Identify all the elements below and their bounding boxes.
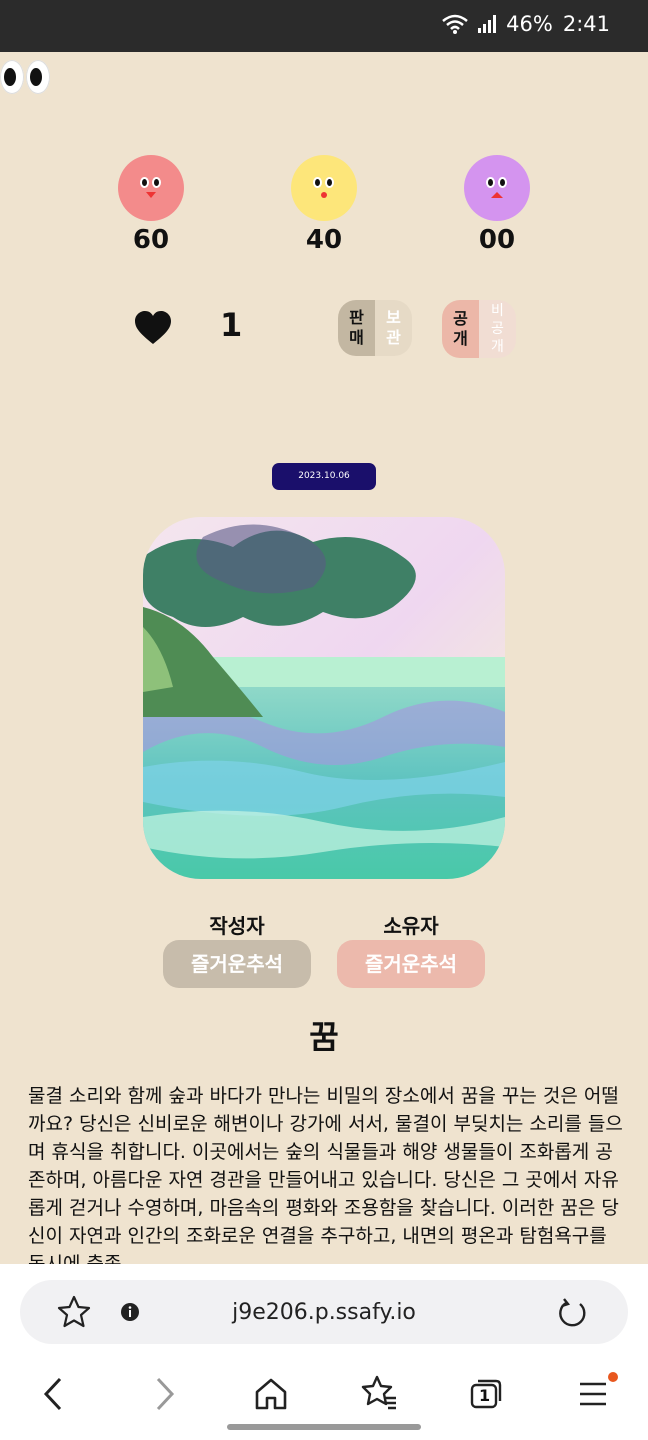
dream-description: 물결 소리와 함께 숲과 바다가 만나는 비밀의 장소에서 꿈을 꾸는 것은 어… (28, 1085, 623, 1275)
emotion-count: 00 (478, 225, 516, 255)
bookmarks-icon[interactable] (360, 1374, 398, 1412)
sale-storage-toggle[interactable]: 판 매 보 관 (338, 300, 412, 356)
owner-button[interactable]: 즐거운추석 (337, 940, 485, 988)
status-bar: 46% 2:41 (0, 0, 648, 52)
browser-toolbar: j9e206.p.ssafy.io 1 (0, 1264, 648, 1440)
public-private-toggle[interactable]: 공 개 비 공 개 (442, 300, 516, 358)
author-section: 작성자 즐거운추석 (163, 910, 311, 988)
dream-artwork (143, 517, 505, 879)
toggle-private[interactable]: 비 공 개 (479, 300, 516, 358)
signal-icon (478, 15, 497, 33)
forward-icon[interactable] (150, 1376, 178, 1412)
eyes-logo[interactable] (0, 60, 50, 94)
notification-dot (608, 1372, 618, 1382)
wifi-icon (442, 14, 468, 34)
back-icon[interactable] (40, 1376, 68, 1412)
toggle-storage[interactable]: 보 관 (375, 300, 412, 356)
menu-icon[interactable] (578, 1372, 618, 1410)
like-count: 1 (220, 306, 243, 344)
red-face-icon (118, 155, 184, 221)
dream-title: 꿈 (309, 1018, 339, 1056)
emotion-yellow: 40 (291, 155, 357, 255)
author-button[interactable]: 즐거운추석 (163, 940, 311, 988)
gesture-bar (227, 1424, 421, 1430)
clock: 2:41 (562, 12, 610, 36)
tabs-icon[interactable]: 1 (468, 1376, 504, 1412)
battery-level: 46% (506, 12, 553, 36)
home-icon[interactable] (253, 1376, 289, 1412)
address-bar[interactable]: j9e206.p.ssafy.io (20, 1280, 628, 1344)
emotion-count: 60 (132, 225, 170, 255)
toggle-public[interactable]: 공 개 (442, 300, 479, 358)
heart-icon[interactable] (134, 310, 172, 346)
reload-icon[interactable] (556, 1296, 590, 1330)
url-text[interactable]: j9e206.p.ssafy.io (20, 1300, 628, 1325)
toggle-sale[interactable]: 판 매 (338, 300, 375, 356)
emotion-purple: 00 (464, 155, 530, 255)
browser-nav: 1 (0, 1364, 648, 1424)
owner-section: 소유자 즐거운추석 (337, 910, 485, 988)
author-label: 작성자 (209, 914, 265, 938)
emotion-red: 60 (118, 155, 184, 255)
yellow-face-icon (291, 155, 357, 221)
emotion-count: 40 (305, 225, 343, 255)
date-badge: 2023.10.06 (272, 463, 376, 490)
tab-count: 1 (479, 1386, 491, 1405)
purple-face-icon (464, 155, 530, 221)
owner-label: 소유자 (383, 914, 439, 938)
